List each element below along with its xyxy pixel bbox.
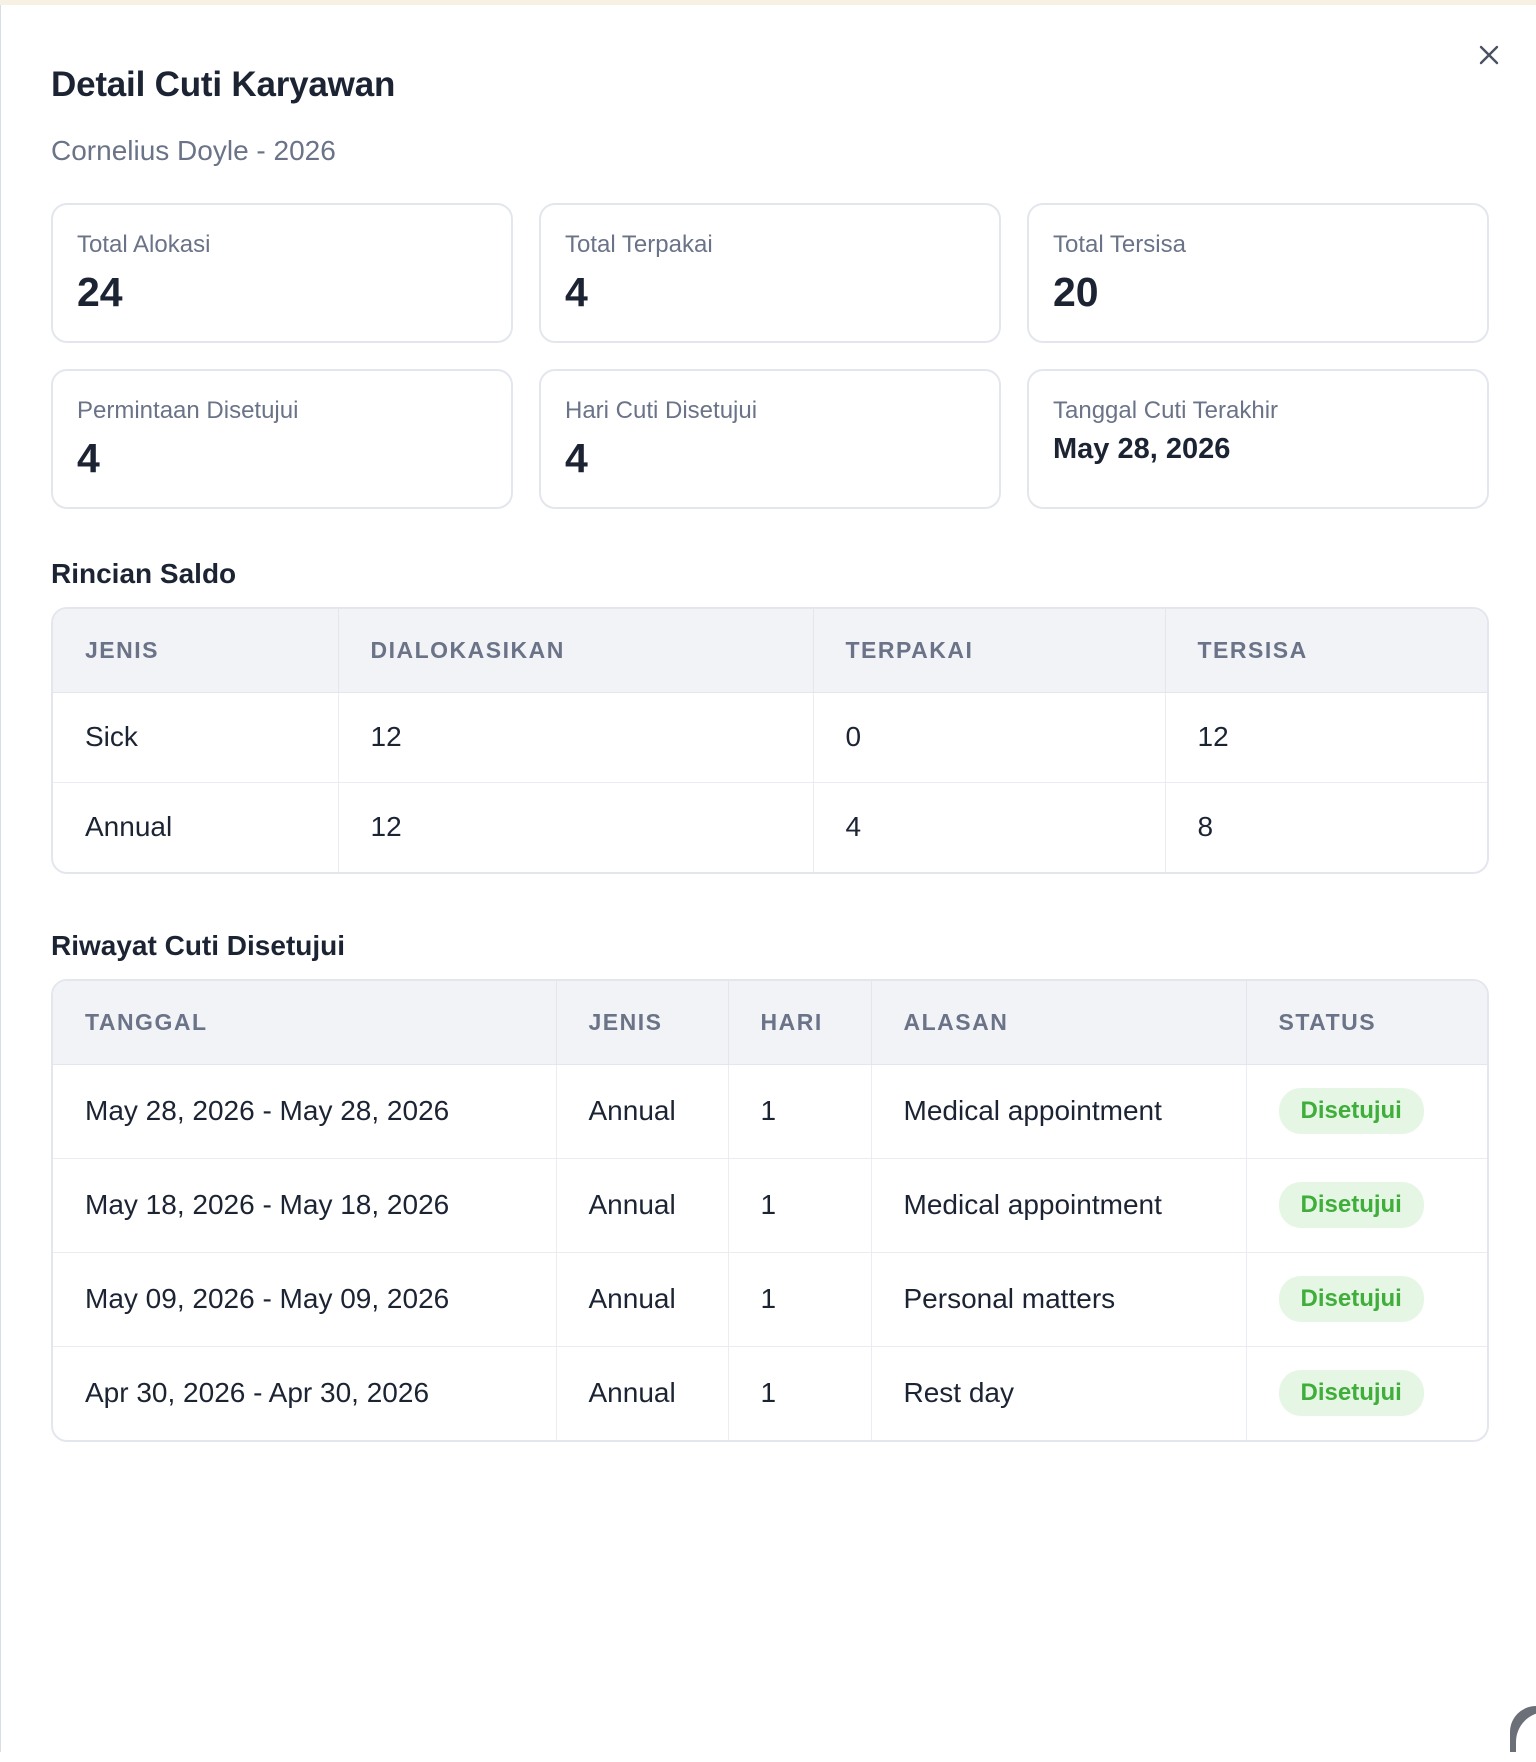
stat-card-total-alokasi: Total Alokasi 24 xyxy=(51,203,513,343)
cell-jenis: Annual xyxy=(556,1158,729,1253)
table-row: May 09, 2026 - May 09, 2026 Annual 1 Per… xyxy=(53,1252,1487,1347)
cell-tersisa: 8 xyxy=(1197,811,1214,843)
column-header-jenis: JENIS xyxy=(53,609,339,693)
cell-status: Disetujui xyxy=(1246,1158,1487,1253)
cell-status: Disetujui xyxy=(1246,1064,1487,1159)
cell-hari: 1 xyxy=(728,1252,872,1347)
cell-hari: 1 xyxy=(728,1064,872,1159)
cell-hari: 1 xyxy=(728,1158,872,1253)
column-header-status: STATUS xyxy=(1246,981,1487,1065)
table-row: Sick 12 0 12 xyxy=(53,692,1487,783)
cell-terpakai: 4 xyxy=(813,782,1166,872)
leave-detail-modal: Detail Cuti Karyawan Cornelius Doyle - 2… xyxy=(0,5,1536,1762)
riwayat-section-title: Riwayat Cuti Disetujui xyxy=(51,930,346,961)
cell-jenis: Sick xyxy=(53,692,339,783)
status-badge: Disetujui xyxy=(1278,1370,1424,1417)
stat-card-total-tersisa: Total Tersisa 20 xyxy=(1027,203,1489,343)
close-button[interactable] xyxy=(1475,41,1503,69)
modal-subtitle: Cornelius Doyle - 2026 xyxy=(51,135,336,166)
cell-jenis: Annual xyxy=(556,1252,729,1347)
column-header-dialokasikan: DIALOKASIKAN xyxy=(338,609,814,693)
stat-value: 20 xyxy=(1053,269,1099,315)
cell-tanggal: May 28, 2026 - May 28, 2026 xyxy=(53,1064,557,1159)
stat-label: Total Tersisa xyxy=(1053,231,1186,258)
column-header-tersisa: TERSISA xyxy=(1165,609,1487,693)
table-row: Apr 30, 2026 - Apr 30, 2026 Annual 1 Res… xyxy=(53,1346,1487,1440)
stat-label: Total Alokasi xyxy=(77,231,211,258)
stat-card-total-terpakai: Total Terpakai 4 xyxy=(539,203,1001,343)
close-icon xyxy=(1479,45,1499,65)
cell-alasan: Personal matters xyxy=(871,1252,1247,1347)
status-badge: Disetujui xyxy=(1278,1182,1424,1228)
cell-alasan: Medical appointment xyxy=(871,1064,1247,1159)
table-header-row: JENIS DIALOKASIKAN TERPAKAI TERSISA xyxy=(53,609,1487,693)
table-header-row: TANGGAL JENIS HARI ALASAN STATUS xyxy=(53,981,1487,1065)
stat-label: Tanggal Cuti Terakhir xyxy=(1053,397,1279,424)
stat-value: 4 xyxy=(77,435,100,481)
column-header-jenis: JENIS xyxy=(556,981,729,1065)
cell-alasan: Rest day xyxy=(871,1346,1247,1440)
window-corner xyxy=(1510,1706,1536,1762)
cell-tanggal: Apr 30, 2026 - Apr 30, 2026 xyxy=(53,1346,557,1440)
stat-card-permintaan-disetujui: Permintaan Disetujui 4 xyxy=(51,369,513,509)
cell-dialokasikan: 12 xyxy=(338,782,814,872)
stat-value: 4 xyxy=(565,435,588,481)
column-header-terpakai: TERPAKAI xyxy=(813,609,1166,693)
modal-title: Detail Cuti Karyawan xyxy=(51,65,396,104)
table-row: Annual 12 4 8 xyxy=(53,782,1487,872)
stat-label: Permintaan Disetujui xyxy=(77,397,299,424)
cell-jenis: Annual xyxy=(53,782,339,872)
cell-dialokasikan: 12 xyxy=(338,692,814,783)
cell-jenis: Annual xyxy=(556,1346,729,1440)
cell-status: Disetujui xyxy=(1246,1252,1487,1347)
saldo-section-title: Rincian Saldo xyxy=(51,558,237,589)
cell-tanggal: May 18, 2026 - May 18, 2026 xyxy=(53,1158,557,1253)
cell-tanggal: May 09, 2026 - May 09, 2026 xyxy=(53,1252,557,1347)
table-row: May 28, 2026 - May 28, 2026 Annual 1 Med… xyxy=(53,1064,1487,1159)
cell-jenis: Annual xyxy=(556,1064,729,1159)
stat-value: 4 xyxy=(565,269,588,315)
column-header-tanggal: TANGGAL xyxy=(53,981,557,1065)
stats-grid: Total Alokasi 24 Total Terpakai 4 Total … xyxy=(51,203,1489,509)
table-row: May 18, 2026 - May 18, 2026 Annual 1 Med… xyxy=(53,1158,1487,1253)
cell-hari: 1 xyxy=(728,1346,872,1440)
cell-alasan: Medical appointment xyxy=(871,1158,1247,1253)
stat-value: 24 xyxy=(77,269,123,315)
cell-tersisa: 12 xyxy=(1165,692,1487,783)
stat-card-hari-cuti-disetujui: Hari Cuti Disetujui 4 xyxy=(539,369,1001,509)
status-badge: Disetujui xyxy=(1278,1276,1424,1322)
cell-status: Disetujui xyxy=(1246,1346,1487,1440)
stat-label: Hari Cuti Disetujui xyxy=(565,397,758,424)
cell-terpakai: 0 xyxy=(813,692,1166,783)
saldo-table: JENIS DIALOKASIKAN TERPAKAI TERSISA Sick… xyxy=(51,607,1489,874)
status-badge: Disetujui xyxy=(1278,1088,1424,1134)
stat-label: Total Terpakai xyxy=(565,231,713,258)
column-header-alasan: ALASAN xyxy=(871,981,1247,1065)
stat-card-tanggal-cuti-terakhir: Tanggal Cuti Terakhir May 28, 2026 xyxy=(1027,369,1489,509)
riwayat-table: TANGGAL JENIS HARI ALASAN STATUS May 28,… xyxy=(51,979,1489,1442)
column-header-hari: HARI xyxy=(728,981,872,1065)
stat-value: May 28, 2026 xyxy=(1053,433,1231,465)
